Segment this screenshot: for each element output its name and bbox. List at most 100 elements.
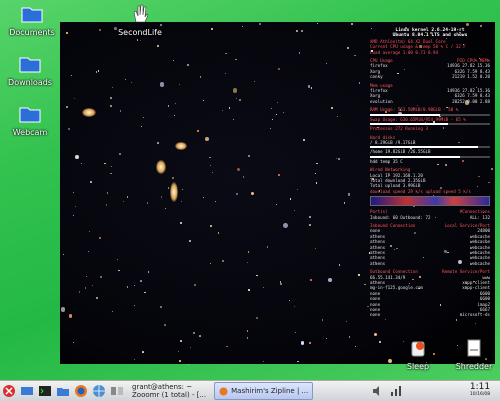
desktop-icon-sleep[interactable]: Sleep [386,338,450,371]
star [212,171,214,174]
star [336,116,338,118]
star [300,341,305,345]
kde-menu-icon[interactable] [2,384,16,398]
firefox-icon [219,387,228,395]
star [373,332,377,336]
star [358,274,360,276]
task-item-terminal[interactable]: grant@athens: ~ [128,383,210,391]
star [74,205,77,208]
star [179,360,181,362]
star [346,320,348,323]
star [124,79,126,81]
star [136,39,139,41]
desktop-icon-webcam[interactable]: Webcam [0,104,62,137]
connection-row: athens webcache [370,260,490,266]
star [143,117,145,119]
network-tray-icon[interactable] [389,384,403,398]
net-speed-line: download speed 29 k/s upload speed 5 k/s [370,188,471,194]
star [263,360,265,363]
star [99,275,102,278]
ram-usage-line: RAM Usage: 563.50MiB/0.98GiB - 58 % [370,107,459,113]
star [189,346,192,348]
star [348,194,350,196]
star [68,127,71,130]
star [294,331,297,334]
volume-icon[interactable] [371,384,385,398]
galaxy-blob [156,160,166,174]
star [197,129,200,132]
show-desktop-icon[interactable] [20,384,34,398]
swap-usage-line: Swap Usage: 630.65MiB/954.99MiB - 65 % [370,116,466,122]
star [119,153,121,155]
star [96,296,99,299]
star [194,284,197,287]
globe-icon[interactable] [92,384,106,398]
desktop-icon-secondlife[interactable]: SecondLife [108,4,172,37]
star [364,283,366,286]
star [237,168,240,171]
star [317,23,319,25]
pager-icon[interactable] [110,384,124,398]
star [199,76,201,78]
disk-usage-bar [370,146,490,149]
star [209,164,211,166]
star [72,214,75,217]
star [278,173,281,176]
desktop-icon-documents[interactable]: Documents [0,4,64,37]
process-row: conky 21219 1.52 0.20 [370,74,490,80]
task-item-zooomr[interactable]: Zooomr (1 total) - [... [128,391,210,399]
star [346,47,349,50]
galaxy-blob [82,108,96,117]
connection-row: none microsoft-ds [370,312,490,318]
star [289,197,292,200]
star [133,305,135,307]
star [282,223,288,228]
star [343,202,346,205]
clock-time: 1:11 [469,382,491,392]
star [270,127,272,129]
star [316,162,319,165]
browser-icon[interactable] [74,384,88,398]
desktop-icon-shredder[interactable]: Shredder [442,338,500,371]
star [78,291,81,293]
star [276,204,278,206]
star [126,286,129,288]
star [172,177,174,180]
star [192,332,195,335]
star [60,307,66,312]
star [164,207,167,210]
star [238,99,241,101]
star [104,163,106,165]
star [180,200,182,202]
star [224,72,226,75]
star [335,157,338,160]
clock[interactable]: 1:11 10/16/08 [460,383,500,399]
star [178,350,180,352]
star [321,319,324,321]
desktop-icon-downloads[interactable]: Downloads [0,54,62,87]
star [480,24,482,27]
star [172,59,175,62]
star [314,172,317,175]
task-item-zipline[interactable]: Mashirim's Zipline | ... [214,382,314,400]
disk-row: / 8.29GiB /9.17GiB [370,140,490,149]
disk-usage-bar [370,155,490,158]
star [315,182,318,185]
star [308,215,311,218]
folder-icon [21,7,43,23]
star [246,261,249,264]
star [181,189,183,191]
star [85,287,87,289]
star [92,285,94,287]
star [73,98,75,100]
star [180,222,182,224]
star [366,305,369,308]
ports-summary: Inbound: 60 Outbound: 72 ALL: 132 [370,214,490,220]
star [119,110,122,112]
star [187,64,189,66]
star [117,258,119,260]
terminal-icon[interactable] [38,384,52,398]
galaxy-blob [170,182,178,202]
star [209,156,211,158]
file-manager-icon[interactable] [56,384,70,398]
